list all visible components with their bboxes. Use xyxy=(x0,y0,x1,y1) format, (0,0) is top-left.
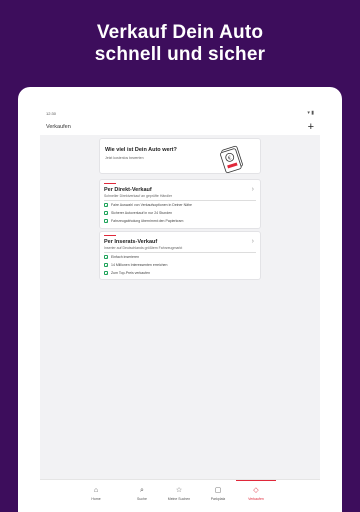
nav-item-saved-searches[interactable]: ☆ Meine Suchen xyxy=(159,486,199,501)
bottom-nav: ⌂ Home ⌕ Suche ☆ Meine Suchen ▢ Parkplat… xyxy=(40,479,320,512)
check-icon: ✓ xyxy=(104,255,108,261)
nav-label: Parkplatz xyxy=(210,497,226,501)
direct-sale-title: Per Direkt-Verkauf xyxy=(104,187,152,193)
direct-sale-card[interactable]: Per Direkt-Verkauf Schneller Direktverka… xyxy=(99,179,261,229)
feature-text: Faire Auswahl von Verkaufsoptionen in De… xyxy=(111,203,192,207)
nav-item-sell[interactable]: ◇ Verkaufen xyxy=(236,480,276,501)
feature-text: Sicherer Autoverkauf in nur 24 Stunden xyxy=(111,211,173,215)
status-icons: ▾ ▮ xyxy=(307,110,314,116)
promo-headline: Verkauf Dein Auto schnell und sicher xyxy=(0,22,360,66)
divider xyxy=(104,200,256,201)
check-icon: ✓ xyxy=(104,211,108,217)
headline-line-1: Verkauf Dein Auto xyxy=(96,22,264,43)
valuation-title: Wie viel ist Dein Auto wert? xyxy=(105,147,177,153)
feature-item: ✓ 14 Millionen Interessenten erreichen xyxy=(104,263,168,269)
nav-label: Verkaufen xyxy=(248,497,264,501)
feature-text: Einfach inserieren xyxy=(111,255,140,259)
star-icon: ☆ xyxy=(175,487,183,494)
valuation-subtitle: Jetzt kostenlos bewerten xyxy=(105,156,144,160)
feature-text: 14 Millionen Interessenten erreichen xyxy=(111,263,168,267)
listing-sale-subtitle: Inserier auf Deutschlands größtem Fahrze… xyxy=(104,246,183,250)
nav-item-home[interactable]: ⌂ Home xyxy=(76,486,116,501)
tag-icon: ◇ xyxy=(253,487,259,494)
app-bar: Verkaufen + xyxy=(40,119,320,135)
valuation-card[interactable]: Wie viel ist Dein Auto wert? Jetzt koste… xyxy=(99,138,261,174)
check-icon: ✓ xyxy=(104,219,108,225)
nav-item-parking[interactable]: ▢ Parkplatz xyxy=(198,486,238,501)
status-time: 12:30 xyxy=(46,111,57,116)
chevron-right-icon: › xyxy=(251,238,254,245)
search-icon: ⌕ xyxy=(140,487,144,494)
feature-text: Zum Top-Preis verkaufen xyxy=(111,271,151,275)
home-icon: ⌂ xyxy=(93,487,99,494)
tablet-frame: 12:30 ▾ ▮ Verkaufen + Wie viel ist Dein … xyxy=(18,87,342,512)
feature-item: ✓ Einfach inserieren xyxy=(104,255,140,261)
check-icon: ✓ xyxy=(104,263,108,269)
feature-item: ✓ Sicherer Autoverkauf in nur 24 Stunden xyxy=(104,211,173,217)
feature-text: Fahrzeugabholung übernimmt den Papierkra… xyxy=(111,219,184,223)
nav-label: Meine Suchen xyxy=(167,497,191,501)
price-tag-icon: € xyxy=(220,145,243,173)
nav-label: Home xyxy=(91,497,101,501)
status-bar: 12:30 ▾ ▮ xyxy=(40,107,320,119)
feature-item: ✓ Fahrzeugabholung übernimmt den Papierkr… xyxy=(104,219,184,225)
check-icon: ✓ xyxy=(104,203,108,209)
card-accent xyxy=(104,183,116,184)
page-title: Verkaufen xyxy=(46,124,71,130)
card-accent xyxy=(104,235,116,236)
chevron-right-icon: › xyxy=(251,186,254,193)
feature-item: ✓ Faire Auswahl von Verkaufsoptionen in D… xyxy=(104,203,192,209)
feature-item: ✓ Zum Top-Preis verkaufen xyxy=(104,271,151,277)
check-icon: ✓ xyxy=(104,271,108,277)
direct-sale-subtitle: Schneller Direktverkauf an geprüfte Händ… xyxy=(104,194,173,198)
nav-label: Suche xyxy=(137,497,147,501)
add-button[interactable]: + xyxy=(308,120,314,134)
app-screen: 12:30 ▾ ▮ Verkaufen + Wie viel ist Dein … xyxy=(40,107,320,512)
headline-line-2: schnell und sicher xyxy=(94,44,266,65)
listing-sale-card[interactable]: Per Inserats-Verkauf Inserier auf Deutsc… xyxy=(99,231,261,280)
divider xyxy=(104,252,256,253)
parking-icon: ▢ xyxy=(214,487,222,494)
nav-item-search[interactable]: ⌕ Suche xyxy=(122,486,162,501)
listing-sale-title: Per Inserats-Verkauf xyxy=(104,239,158,245)
